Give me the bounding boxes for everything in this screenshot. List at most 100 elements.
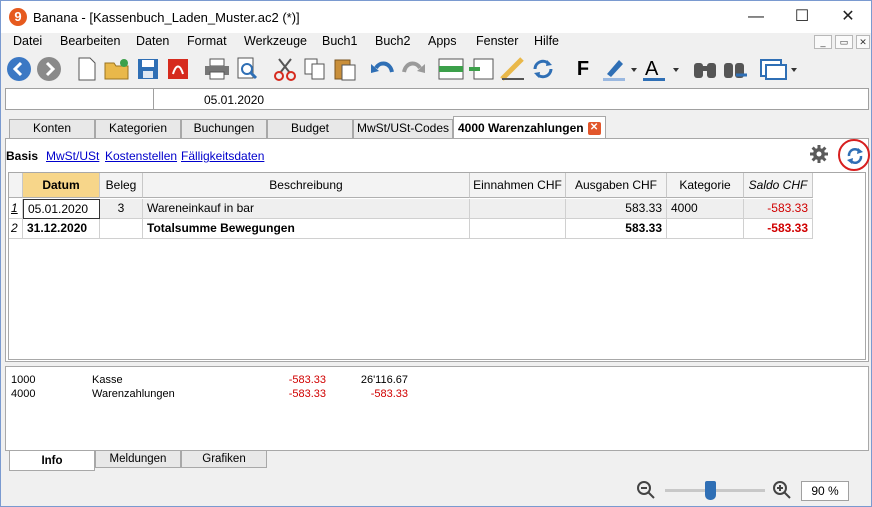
info-amount: -583.33 [288,388,326,400]
cell-einnahmen[interactable] [470,199,566,219]
banana-logo-icon: 9 [9,8,27,26]
cell-beleg[interactable]: 3 [100,199,143,219]
menu-buch2[interactable]: Buch2 [375,34,410,48]
menu-fenster[interactable]: Fenster [476,34,518,48]
menu-buch1[interactable]: Buch1 [322,34,357,48]
gear-icon[interactable] [810,145,828,166]
add-row-icon[interactable] [437,55,465,83]
zoom-in-icon[interactable] [773,481,791,502]
menu-apps[interactable]: Apps [428,34,457,48]
cell-beschreibung[interactable]: Totalsumme Bewegungen [143,219,470,239]
cut-icon[interactable] [271,55,299,83]
window-menu-icon[interactable] [759,55,799,83]
cell-kategorie[interactable]: 4000 [667,199,744,219]
menu-datei[interactable]: Datei [13,34,42,48]
column-header-datum[interactable]: Datum [23,173,100,198]
tab-info[interactable]: Info [9,451,95,471]
cell-beleg[interactable] [100,219,143,239]
info-balance: 26'116.67 [360,374,408,386]
tab-mwst-codes[interactable]: MwSt/USt-Codes [353,119,453,138]
zoom-slider[interactable] [665,481,765,500]
cell-ausgaben[interactable]: 583.33 [566,219,667,239]
cell-value-field[interactable]: 05.01.2020 [204,93,264,107]
view-kostenstellen[interactable]: Kostenstellen [105,149,177,163]
column-header-ausgaben[interactable]: Ausgaben CHF [566,173,667,198]
tab-meldungen[interactable]: Meldungen [95,451,181,468]
menu-daten[interactable]: Daten [136,34,169,48]
info-panel: 1000 Kasse -583.33 26'116.67 4000 Warenz… [5,366,869,451]
menu-hilfe[interactable]: Hilfe [534,34,559,48]
insert-row-icon[interactable] [467,55,495,83]
close-button[interactable]: ✕ [825,1,871,33]
forward-icon[interactable] [35,55,63,83]
open-folder-icon[interactable] [103,55,131,83]
cell-einnahmen[interactable] [470,219,566,239]
cell-kategorie[interactable] [667,219,744,239]
recalculate-icon[interactable] [529,55,557,83]
tab-konten[interactable]: Konten [9,119,95,138]
tab-grafiken[interactable]: Grafiken [181,451,267,468]
tab-budget[interactable]: Budget [267,119,353,138]
mdi-minimize-button[interactable]: _ [814,35,832,49]
toolbar: F A [1,51,871,87]
menu-werkzeuge[interactable]: Werkzeuge [244,34,307,48]
info-account-name: Warenzahlungen [92,388,175,400]
cell-reference-field[interactable] [6,89,154,109]
column-header-saldo[interactable]: Saldo CHF [744,173,813,198]
minimize-button[interactable]: — [733,1,779,33]
menu-bearbeiten[interactable]: Bearbeiten [60,34,120,48]
table-tabs: Konten Kategorien Buchungen Budget MwSt/… [5,116,869,138]
info-amount: -583.33 [288,374,326,386]
cell-ausgaben[interactable]: 583.33 [566,199,667,219]
view-basis[interactable]: Basis [6,149,38,163]
bold-icon[interactable]: F [569,55,597,83]
cell-beschreibung[interactable]: Wareneinkauf in bar [143,199,470,219]
zoom-out-icon[interactable] [637,481,655,502]
pdf-icon[interactable] [164,55,192,83]
menu-bar: Datei Bearbeiten Daten Format Werkzeuge … [1,33,871,51]
copy-icon[interactable] [301,55,329,83]
paste-icon[interactable] [331,55,359,83]
cell-datum[interactable]: 31.12.2020 [23,219,100,239]
zoom-value-field[interactable]: 90 % [801,481,849,501]
maximize-button[interactable]: ☐ [779,1,825,33]
zoom-slider-thumb[interactable] [705,481,716,500]
edit-column-icon[interactable] [499,55,527,83]
tab-buchungen[interactable]: Buchungen [181,119,267,138]
print-icon[interactable] [203,55,231,83]
font-color-icon[interactable]: A [641,55,681,83]
info-balance: -583.33 [370,388,408,400]
view-faelligkeitsdaten[interactable]: Fälligkeitsdaten [181,149,264,163]
cell-saldo[interactable]: -583.33 [744,199,813,219]
info-account-number: 1000 [11,374,36,386]
cell-saldo[interactable]: -583.33 [744,219,813,239]
mdi-restore-button[interactable]: ▭ [835,35,853,49]
redo-icon[interactable] [399,55,427,83]
view-mwst[interactable]: MwSt/USt [46,149,99,163]
new-file-icon[interactable] [73,55,101,83]
menu-format[interactable]: Format [187,34,227,48]
find-replace-icon[interactable] [721,55,749,83]
close-tab-icon[interactable]: ✕ [587,122,601,136]
find-icon[interactable] [691,55,719,83]
cell-datum[interactable]: 05.01.2020 [23,199,100,219]
row-number: 2 [9,219,23,239]
column-header-beleg[interactable]: Beleg [100,173,143,198]
mdi-close-button[interactable]: ✕ [856,35,870,49]
back-icon[interactable] [5,55,33,83]
column-header-beschreibung[interactable]: Beschreibung [143,173,470,198]
svg-text:A: A [645,58,659,80]
tab-4000-warenzahlungen[interactable]: 4000 Warenzahlungen ✕ [453,116,606,138]
column-header-kategorie[interactable]: Kategorie [667,173,744,198]
print-preview-icon[interactable] [233,55,261,83]
undo-icon[interactable] [369,55,397,83]
row-number-header [9,173,23,198]
tab-kategorien[interactable]: Kategorien [95,119,181,138]
highlight-color-icon[interactable] [601,55,639,83]
info-account-number: 4000 [11,388,36,400]
refresh-icon[interactable] [845,146,865,169]
column-header-einnahmen[interactable]: Einnahmen CHF [470,173,566,198]
info-account-name: Kasse [92,374,123,386]
title-bar: 9 Banana - [Kassenbuch_Laden_Muster.ac2 … [1,1,871,33]
save-icon[interactable] [134,55,162,83]
